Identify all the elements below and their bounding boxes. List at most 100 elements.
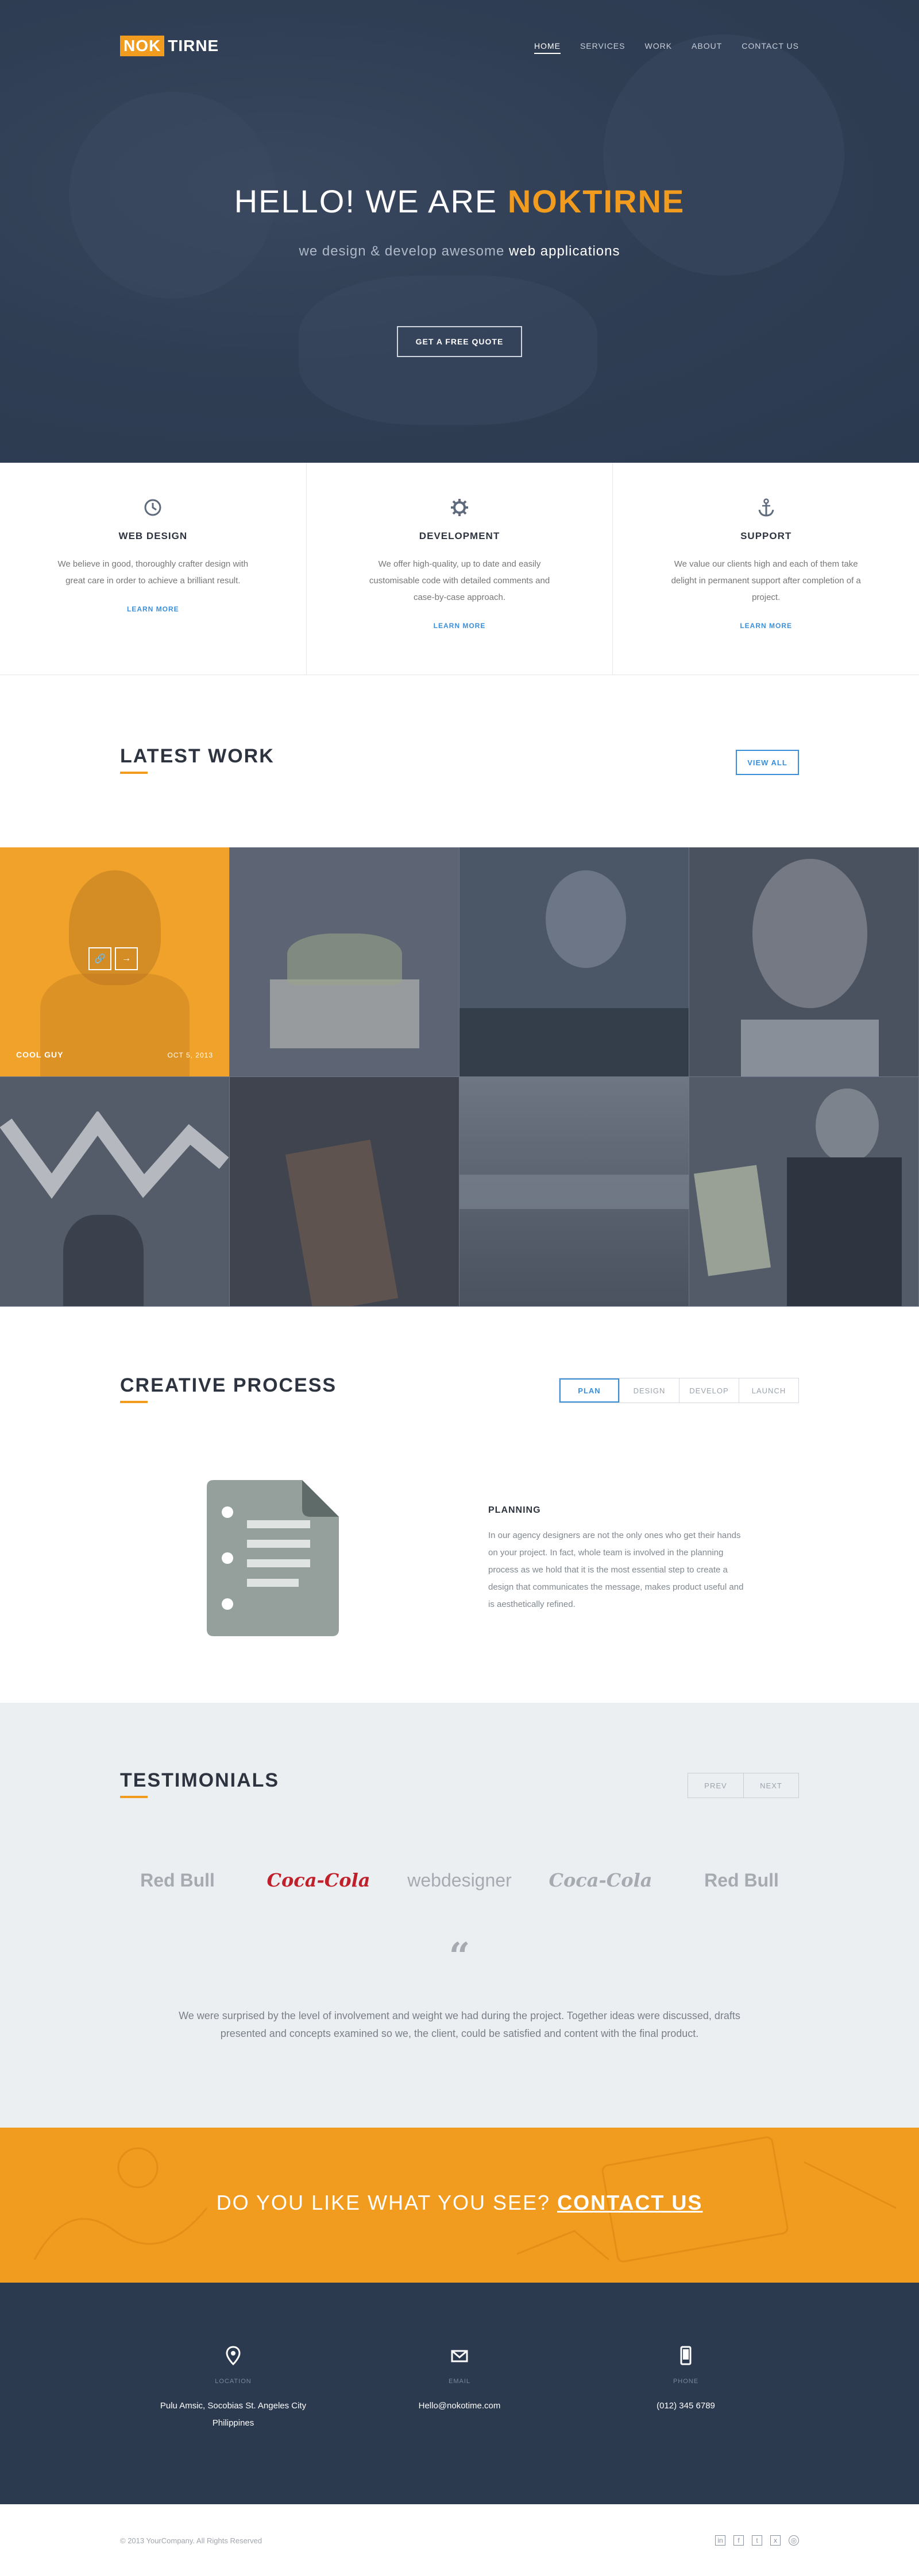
contact-section: LOCATION Pulu Amsic, Socobias St. Angele… — [0, 2283, 919, 2504]
hero-overlay — [0, 0, 919, 463]
view-all-button[interactable]: VIEW ALL — [736, 750, 799, 775]
tab-plan[interactable]: PLAN — [559, 1378, 619, 1403]
service-title: SUPPORT — [740, 530, 792, 541]
tab-develop[interactable]: DEVELOP — [679, 1378, 739, 1403]
gear-icon — [451, 499, 468, 516]
tile-actions: 🔗 → — [88, 947, 138, 970]
main-menu: HOME SERVICES WORK ABOUT CONTACT US — [534, 41, 799, 54]
hero-title: HELLO! WE ARE NOKTIRNE — [0, 183, 919, 220]
service-text: We offer high-quality, up to date and ea… — [369, 559, 550, 602]
address-line-1: Pulu Amsic, Socobias St. Angeles City — [160, 2401, 307, 2411]
tile-image-shape — [63, 1215, 144, 1306]
copyright-text: © 2013 YourCompany. All Rights Reserved — [120, 2536, 262, 2545]
service-text: We value our clients high and each of th… — [671, 559, 861, 602]
contact-label: LOCATION — [215, 2378, 252, 2385]
creative-process-section: CREATIVE PROCESS PLAN DESIGN DEVELOP LAU… — [0, 1307, 919, 1703]
contact-us-link[interactable]: CONTACT US — [557, 2191, 702, 2214]
nav-home[interactable]: HOME — [534, 41, 561, 54]
phone-icon — [680, 2346, 692, 2365]
facebook-icon[interactable]: f — [733, 2535, 744, 2546]
arrow-right-icon[interactable]: → — [115, 947, 138, 970]
service-support: SUPPORT We value our clients high and ea… — [613, 463, 919, 675]
tile-image-shape — [285, 1140, 399, 1306]
contact-location: LOCATION Pulu Amsic, Socobias St. Angele… — [120, 2283, 346, 2504]
process-step-text: In our agency designers are not the only… — [488, 1531, 744, 1609]
portfolio-tile[interactable] — [230, 847, 460, 1077]
portfolio-tile[interactable] — [460, 1077, 689, 1307]
linkedin-icon[interactable]: in — [715, 2535, 725, 2546]
nav-work[interactable]: WORK — [644, 41, 672, 54]
hero-subtitle: we design & develop awesome web applicat… — [0, 243, 919, 259]
learn-more-link[interactable]: LEARN MORE — [740, 622, 792, 630]
xing-icon[interactable]: x — [770, 2535, 781, 2546]
tile-image-shape — [0, 1111, 229, 1199]
tile-image-shape — [787, 1157, 902, 1306]
tile-image-shape — [40, 974, 190, 1076]
service-development: DEVELOPMENT We offer high-quality, up to… — [307, 463, 613, 675]
client-logo-webdesigner: webdesigner — [407, 1869, 512, 1891]
portfolio-tile[interactable] — [689, 1077, 919, 1307]
hero-title-prefix: HELLO! WE ARE — [234, 183, 508, 219]
nav-contact-us[interactable]: CONTACT US — [742, 41, 799, 54]
location-pin-icon — [226, 2346, 241, 2365]
title-underline — [120, 1401, 148, 1403]
get-free-quote-button[interactable]: GET A FREE QUOTE — [397, 326, 522, 357]
service-text: We believe in good, thoroughly crafter d… — [57, 559, 249, 586]
client-logo-redbull: Red Bull — [704, 1869, 779, 1891]
client-logo-cocacola: Coca-Cola — [267, 1869, 370, 1891]
cta-prefix: DO YOU LIKE WHAT YOU SEE? — [216, 2191, 558, 2214]
client-logos: Red Bull Coca-Cola webdesigner Coca-Cola… — [120, 1869, 799, 1891]
hero-title-brand: NOKTIRNE — [507, 183, 685, 219]
portfolio-tile[interactable] — [689, 847, 919, 1077]
link-icon[interactable]: 🔗 — [88, 947, 111, 970]
title-underline — [120, 1796, 148, 1798]
portfolio-grid: 🔗 → COOL GUY OCT 5, 2013 — [0, 847, 919, 1307]
twitter-icon[interactable]: t — [752, 2535, 762, 2546]
latest-work-section: LATEST WORK VIEW ALL — [0, 675, 919, 847]
portfolio-tile[interactable] — [230, 1077, 460, 1307]
service-title: WEB DESIGN — [118, 530, 188, 541]
portfolio-tile[interactable] — [0, 1077, 230, 1307]
contact-label: PHONE — [673, 2378, 699, 2385]
testimonial-nav: PREV NEXT — [688, 1773, 799, 1798]
site-logo[interactable]: NOK TIRNE — [120, 36, 219, 56]
learn-more-link[interactable]: LEARN MORE — [434, 622, 486, 630]
contact-value[interactable]: Hello@nokotime.com — [346, 2397, 573, 2415]
nav-about[interactable]: ABOUT — [692, 41, 722, 54]
client-logo-redbull: Red Bull — [140, 1869, 215, 1891]
nav-services[interactable]: SERVICES — [580, 41, 625, 54]
testimonials-title: TESTIMONIALS — [120, 1769, 280, 1791]
dribbble-icon[interactable]: ◎ — [789, 2535, 799, 2546]
tile-image-shape — [270, 979, 419, 1048]
tile-image-shape — [752, 859, 867, 1008]
portfolio-tile[interactable] — [460, 847, 689, 1077]
tile-image-shape — [546, 870, 626, 968]
hero-subtitle-strong: web applications — [509, 243, 620, 259]
anchor-icon — [758, 498, 774, 517]
contact-label: EMAIL — [448, 2378, 470, 2385]
service-web-design: WEB DESIGN We believe in good, thoroughl… — [0, 463, 307, 675]
cta-banner: DO YOU LIKE WHAT YOU SEE? CONTACT US — [0, 2128, 919, 2283]
learn-more-link[interactable]: LEARN MORE — [127, 605, 179, 613]
latest-work-title: LATEST WORK — [120, 745, 275, 767]
hero-section: NOK TIRNE HOME SERVICES WORK ABOUT CONTA… — [0, 0, 919, 463]
document-icon — [207, 1480, 339, 1636]
tab-launch[interactable]: LAUNCH — [739, 1378, 798, 1403]
portfolio-tile-featured[interactable]: 🔗 → COOL GUY OCT 5, 2013 — [0, 847, 230, 1077]
process-tabs: PLAN DESIGN DEVELOP LAUNCH — [559, 1378, 799, 1403]
social-links: in f t x ◎ — [715, 2535, 799, 2546]
client-logo-cocacola: Coca-Cola — [549, 1869, 652, 1891]
tile-image-shape — [460, 1008, 689, 1076]
tab-design[interactable]: DESIGN — [619, 1378, 679, 1403]
cta-heading: DO YOU LIKE WHAT YOU SEE? CONTACT US — [0, 2191, 919, 2215]
prev-button[interactable]: PREV — [688, 1773, 743, 1798]
contact-value: Pulu Amsic, Socobias St. Angeles City Phi… — [120, 2397, 346, 2432]
tile-date: OCT 5, 2013 — [167, 1051, 213, 1059]
envelope-icon — [451, 2350, 468, 2362]
next-button[interactable]: NEXT — [743, 1773, 798, 1798]
service-title: DEVELOPMENT — [419, 530, 500, 541]
clock-icon — [144, 499, 161, 516]
creative-process-title: CREATIVE PROCESS — [120, 1374, 337, 1396]
contact-email: EMAIL Hello@nokotime.com — [346, 2283, 573, 2504]
tile-image-shape — [287, 933, 402, 985]
